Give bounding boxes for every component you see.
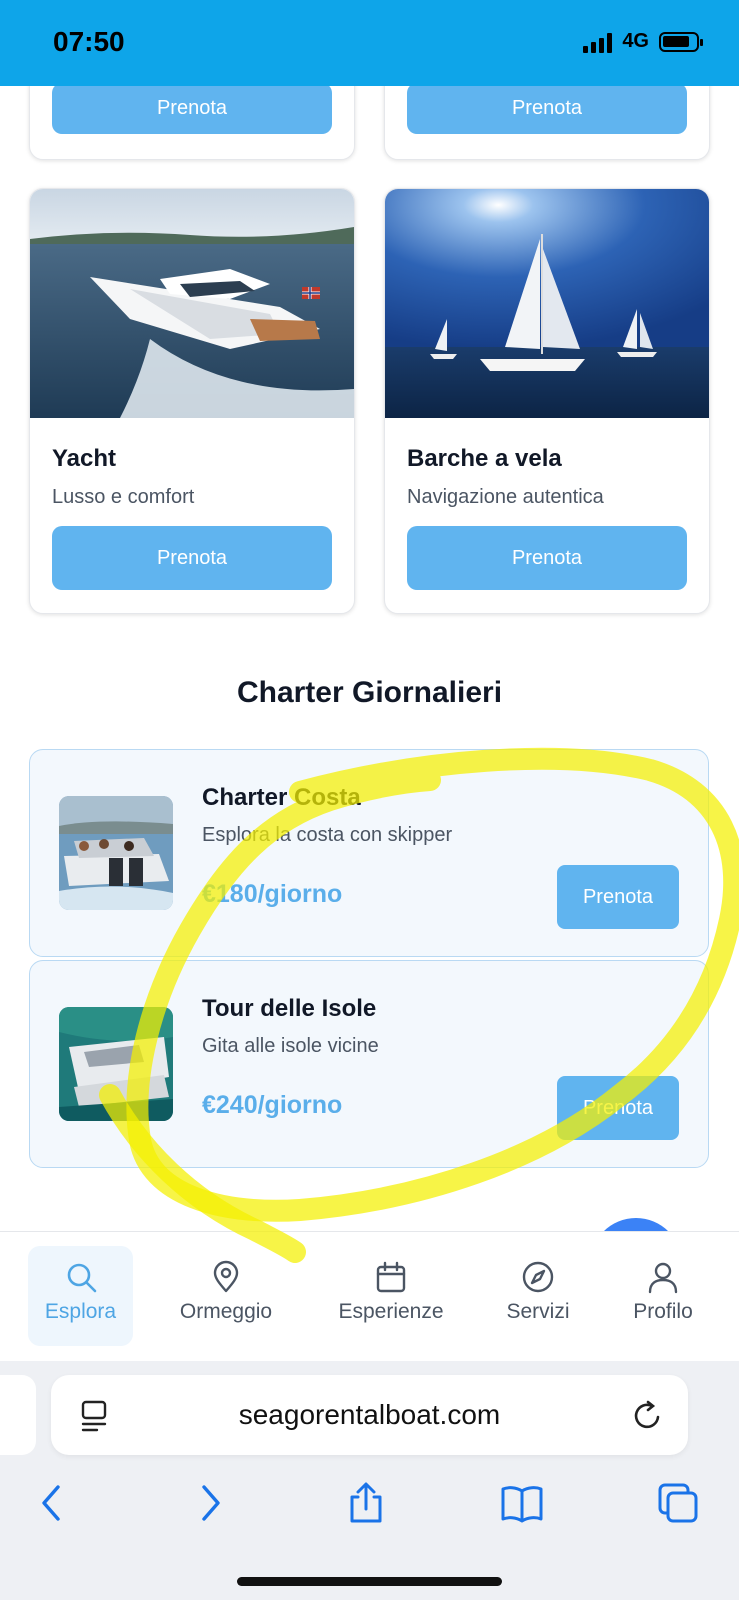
- compass-icon: [522, 1261, 554, 1293]
- search-icon: [67, 1263, 96, 1293]
- network-type: 4G: [622, 30, 649, 52]
- charter-item-costa: Charter Costa Esplora la costa con skipp…: [29, 749, 709, 957]
- yacht-image: [30, 189, 354, 418]
- sailboat-image: [385, 189, 709, 418]
- prenota-button[interactable]: Prenota: [52, 526, 332, 590]
- charter-thumbnail: [59, 796, 173, 910]
- prenota-button[interactable]: Prenota: [407, 526, 687, 590]
- prenota-button[interactable]: Prenota: [557, 865, 679, 929]
- tab-esplora[interactable]: Esplora: [28, 1246, 133, 1346]
- signal-icon: [583, 31, 613, 53]
- card-subtitle: Lusso e comfort: [52, 486, 195, 508]
- tab-ormeggio[interactable]: Ormeggio: [168, 1246, 284, 1346]
- url-text: seagorentalboat.com: [238, 1399, 501, 1430]
- forward-icon[interactable]: [188, 1481, 232, 1525]
- charter-title: Tour delle Isole: [202, 995, 377, 1022]
- home-indicator: [237, 1577, 502, 1586]
- card-subtitle: Navigazione autentica: [407, 486, 604, 508]
- back-icon[interactable]: [30, 1481, 74, 1525]
- bookmarks-icon[interactable]: [500, 1481, 544, 1525]
- rental-card-yacht: Yacht Lusso e comfort Prenota: [29, 188, 355, 614]
- reload-icon[interactable]: [632, 1399, 664, 1433]
- status-bar: 07:50 4G: [0, 0, 739, 86]
- charter-price: €180/giorno: [202, 880, 343, 908]
- tab-label: Esperienze: [338, 1300, 444, 1323]
- charter-title: Charter Costa: [202, 784, 361, 811]
- tab-servizi[interactable]: Servizi: [493, 1246, 583, 1346]
- charter-item-isole: Tour delle Isole Gita alle isole vicine …: [29, 960, 709, 1168]
- card-title: Yacht: [52, 445, 117, 472]
- charter-thumbnail: [59, 1007, 173, 1121]
- tab-profilo[interactable]: Profilo: [620, 1246, 706, 1346]
- charter-subtitle: Gita alle isole vicine: [202, 1035, 379, 1057]
- calendar-icon: [376, 1261, 406, 1293]
- tab-esperienze[interactable]: Esperienze: [326, 1246, 456, 1346]
- status-indicators: 4G: [583, 30, 703, 53]
- bottom-tab-bar: Esplora Ormeggio Esperienze Servizi Prof…: [0, 1231, 739, 1362]
- status-time: 07:50: [53, 26, 125, 57]
- prenota-button[interactable]: Prenota: [52, 83, 332, 134]
- rental-card-sailboat: Barche a vela Navigazione autentica Pren…: [384, 188, 710, 614]
- section-title: Charter Giornalieri: [236, 676, 503, 709]
- charter-subtitle: Esplora la costa con skipper: [202, 824, 453, 846]
- address-bar[interactable]: seagorentalboat.com: [51, 1375, 688, 1455]
- tabs-icon[interactable]: [656, 1481, 700, 1525]
- share-icon[interactable]: [344, 1481, 388, 1525]
- card-title: Barche a vela: [407, 445, 562, 472]
- previous-tab-preview[interactable]: [0, 1375, 36, 1455]
- tab-label: Ormeggio: [179, 1300, 273, 1323]
- tab-label: Profilo: [633, 1300, 693, 1323]
- browser-toolbar: seagorentalboat.com: [0, 1361, 739, 1600]
- battery-icon: [659, 31, 703, 52]
- prenota-button[interactable]: Prenota: [407, 83, 687, 134]
- prenota-button[interactable]: Prenota: [557, 1076, 679, 1140]
- charter-price: €240/giorno: [202, 1091, 343, 1119]
- tab-label: Servizi: [506, 1300, 570, 1323]
- user-icon: [648, 1262, 678, 1294]
- map-pin-icon: [213, 1260, 239, 1293]
- tab-label: Esplora: [44, 1300, 117, 1323]
